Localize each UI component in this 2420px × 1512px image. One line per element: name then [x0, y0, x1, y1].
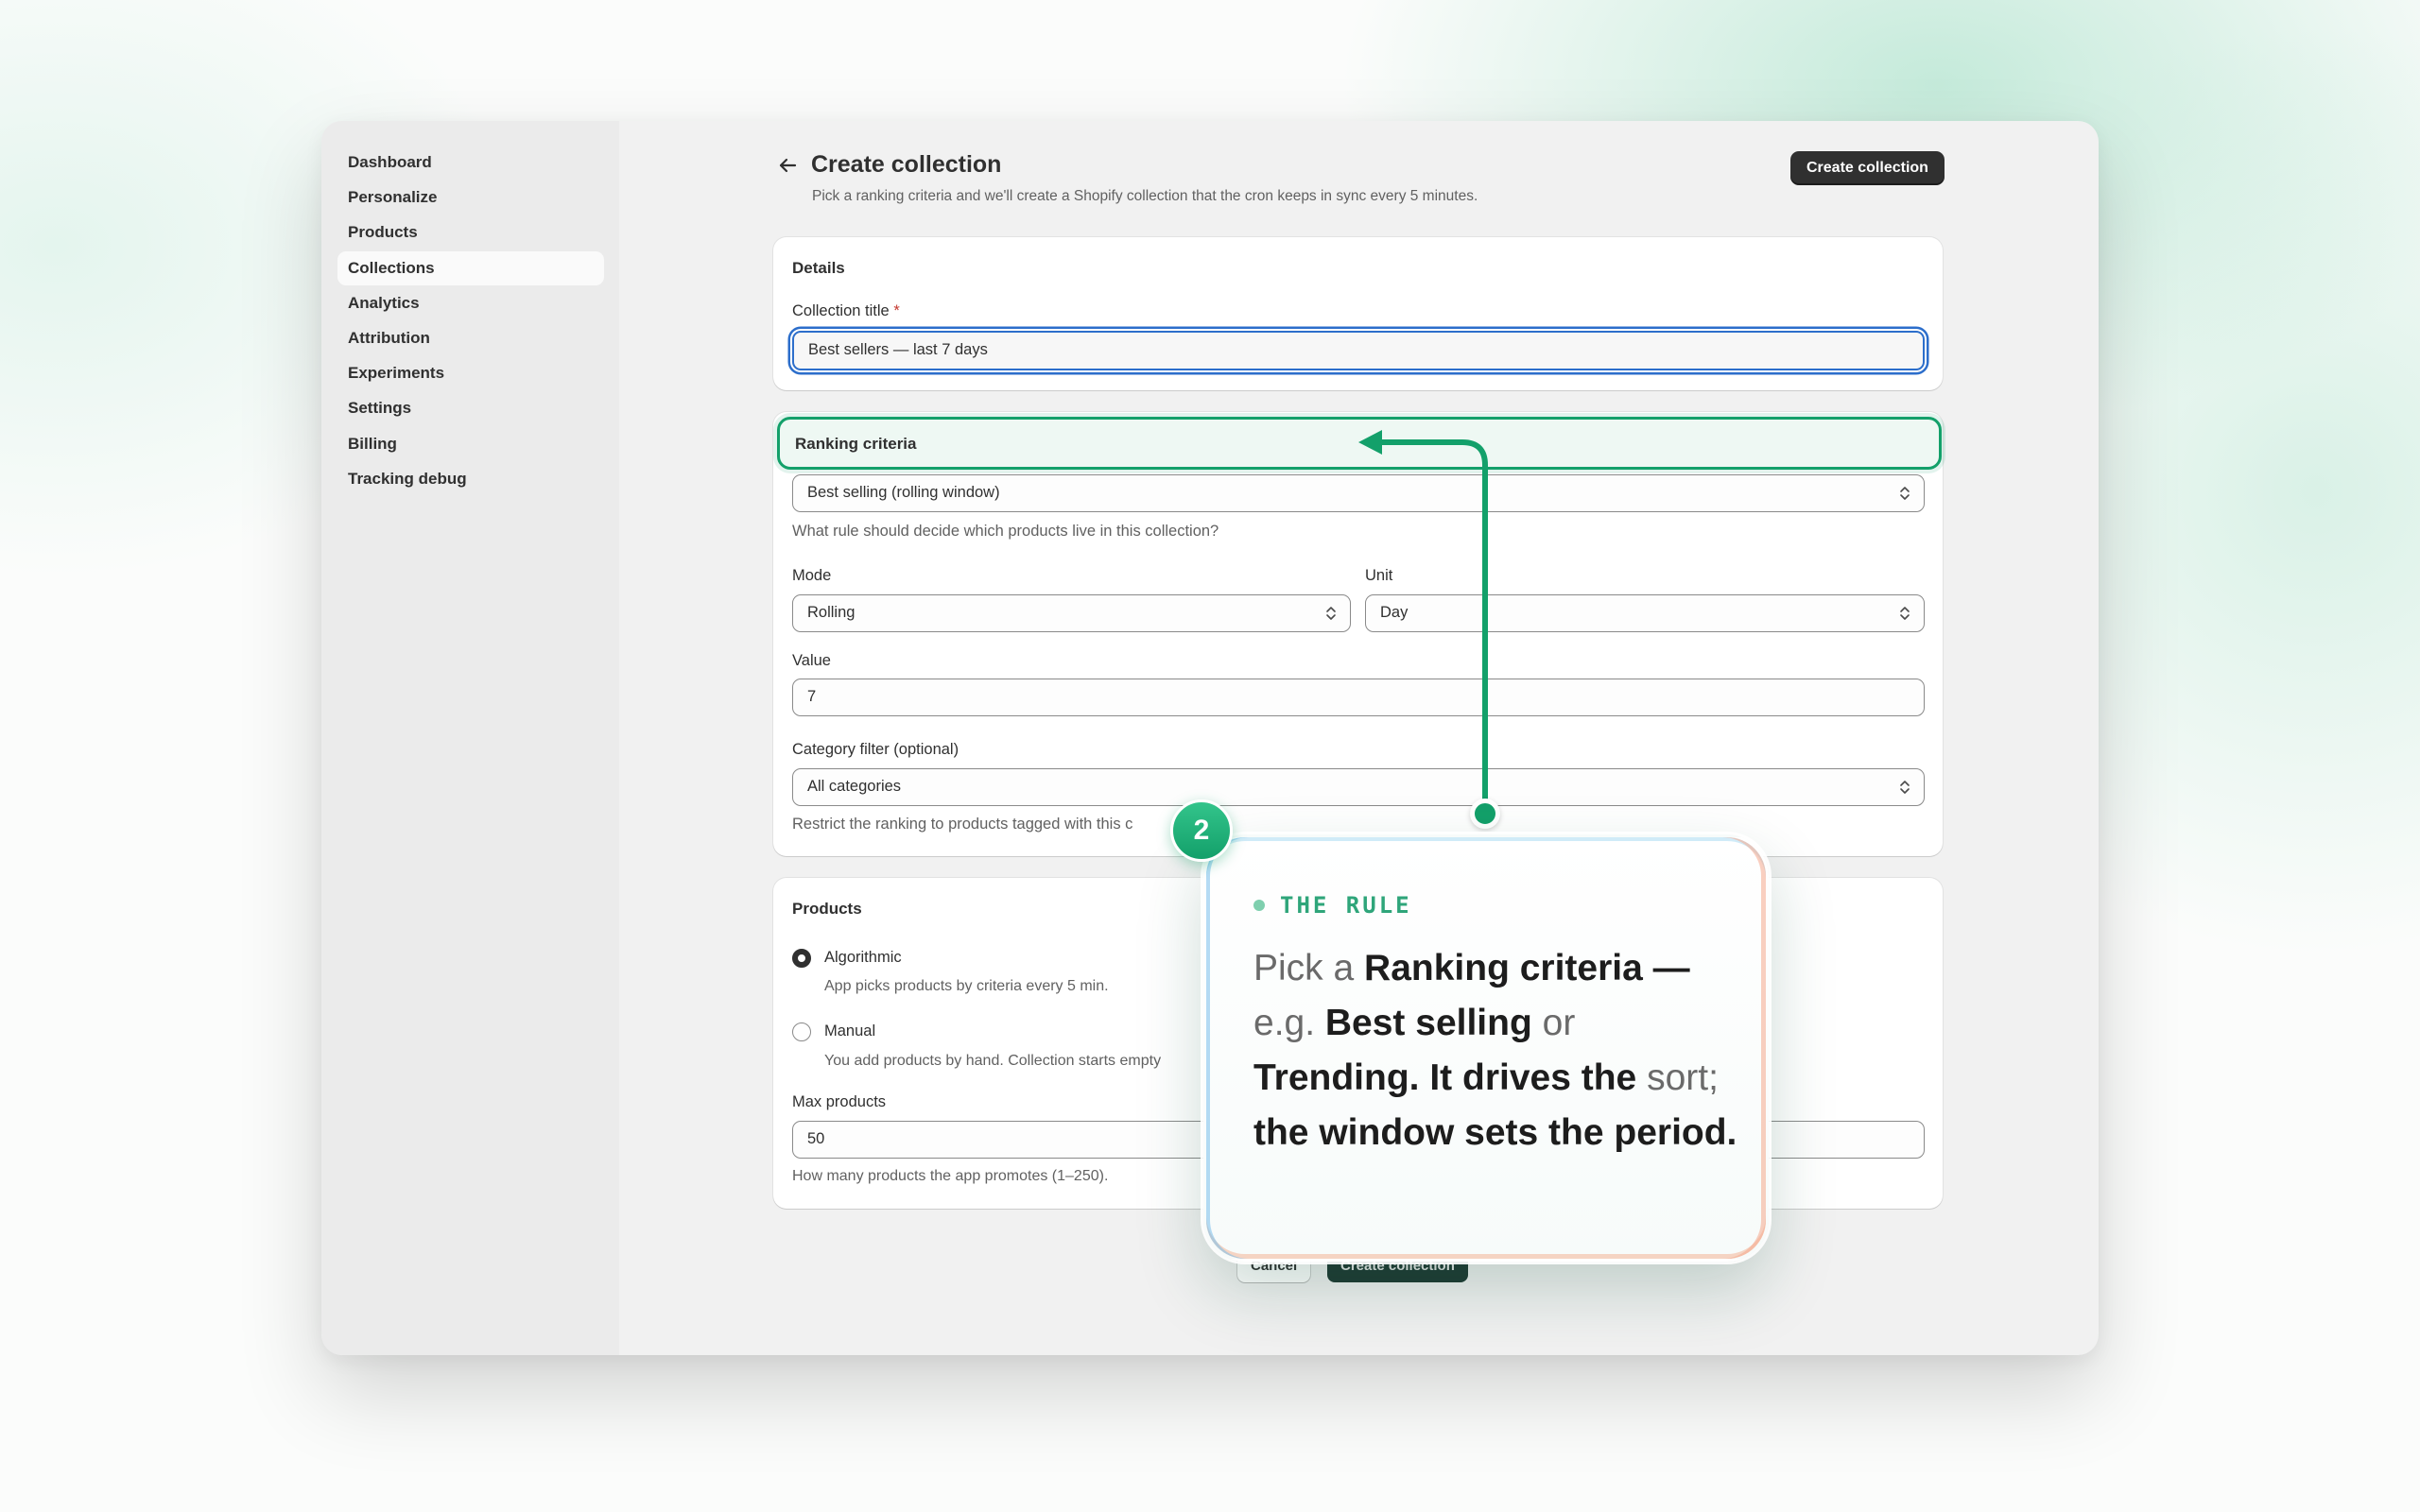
- sidebar-item-personalize[interactable]: Personalize: [337, 180, 604, 215]
- tour-tooltip: THE RULE Pick a Ranking criteria — e.g. …: [1201, 832, 1772, 1264]
- select-chevron-icon: [1900, 487, 1910, 500]
- connector-anchor-dot: [1470, 799, 1500, 829]
- tour-highlight: Ranking criteria: [777, 417, 1942, 470]
- page-title: Create collection: [811, 151, 1002, 178]
- collection-title-input[interactable]: Best sellers — last 7 days: [792, 331, 1925, 370]
- category-filter-select[interactable]: All categories: [792, 768, 1925, 806]
- sidebar-item-collections[interactable]: Collections: [337, 250, 604, 285]
- sidebar-item-experiments[interactable]: Experiments: [337, 356, 604, 390]
- unit-value: Day: [1380, 604, 1409, 621]
- create-collection-button[interactable]: Create collection: [1790, 151, 1945, 185]
- products-title: Products: [792, 900, 862, 918]
- category-filter-help: Restrict the ranking to products tagged …: [792, 816, 1133, 833]
- manual-help: You add products by hand. Collection sta…: [824, 1053, 1162, 1069]
- manual-radio[interactable]: [792, 1022, 811, 1041]
- details-title: Details: [792, 259, 845, 277]
- unit-label: Unit: [1365, 567, 1393, 584]
- back-arrow-icon[interactable]: [777, 155, 798, 176]
- mode-select[interactable]: Rolling: [792, 594, 1351, 632]
- kicker-dot-icon: [1253, 900, 1265, 911]
- required-mark: *: [893, 302, 900, 319]
- sidebar-item-billing[interactable]: Billing: [337, 427, 604, 461]
- manual-label[interactable]: Manual: [824, 1022, 875, 1040]
- category-filter-value: All categories: [807, 778, 902, 795]
- sidebar-item-settings[interactable]: Settings: [337, 391, 604, 425]
- unit-select[interactable]: Day: [1365, 594, 1925, 632]
- mode-label: Mode: [792, 567, 832, 584]
- collection-title-label: Collection title *: [792, 302, 900, 319]
- details-card: Details Collection title * Best sellers …: [773, 237, 1943, 390]
- tooltip-kicker: THE RULE: [1253, 892, 1412, 919]
- step-badge: 2: [1170, 799, 1233, 862]
- ranking-card: Best selling (rolling window) What rule …: [773, 412, 1943, 856]
- max-products-help: How many products the app promotes (1–25…: [792, 1168, 1109, 1184]
- select-chevron-icon: [1900, 607, 1910, 620]
- algorithmic-label[interactable]: Algorithmic: [824, 949, 902, 967]
- select-chevron-icon: [1900, 781, 1910, 794]
- ranking-criteria-select[interactable]: Best selling (rolling window): [792, 474, 1925, 512]
- page-subtitle: Pick a ranking criteria and we'll create…: [812, 188, 1478, 204]
- ranking-criteria-title: Ranking criteria: [795, 435, 917, 453]
- select-chevron-icon: [1326, 607, 1336, 620]
- ranking-criteria-value: Best selling (rolling window): [807, 484, 1000, 501]
- sidebar: Dashboard Personalize Products Collectio…: [321, 121, 619, 1355]
- algorithmic-help: App picks products by criteria every 5 m…: [824, 978, 1109, 994]
- algorithmic-radio[interactable]: [792, 949, 811, 968]
- ranking-criteria-help: What rule should decide which products l…: [792, 523, 1219, 540]
- sidebar-item-attribution[interactable]: Attribution: [337, 321, 604, 355]
- sidebar-item-tracking-debug[interactable]: Tracking debug: [337, 462, 604, 496]
- category-filter-label: Category filter (optional): [792, 741, 959, 758]
- tooltip-body: Pick a Ranking criteria — e.g. Best sell…: [1253, 948, 1737, 1153]
- sidebar-item-dashboard[interactable]: Dashboard: [337, 146, 604, 180]
- sidebar-item-analytics[interactable]: Analytics: [337, 286, 604, 320]
- value-label: Value: [792, 652, 831, 669]
- page-header: Create collection: [777, 151, 1001, 179]
- max-products-label: Max products: [792, 1093, 887, 1110]
- value-input[interactable]: 7: [792, 679, 1925, 716]
- mode-value: Rolling: [807, 604, 856, 621]
- sidebar-item-products[interactable]: Products: [337, 215, 604, 249]
